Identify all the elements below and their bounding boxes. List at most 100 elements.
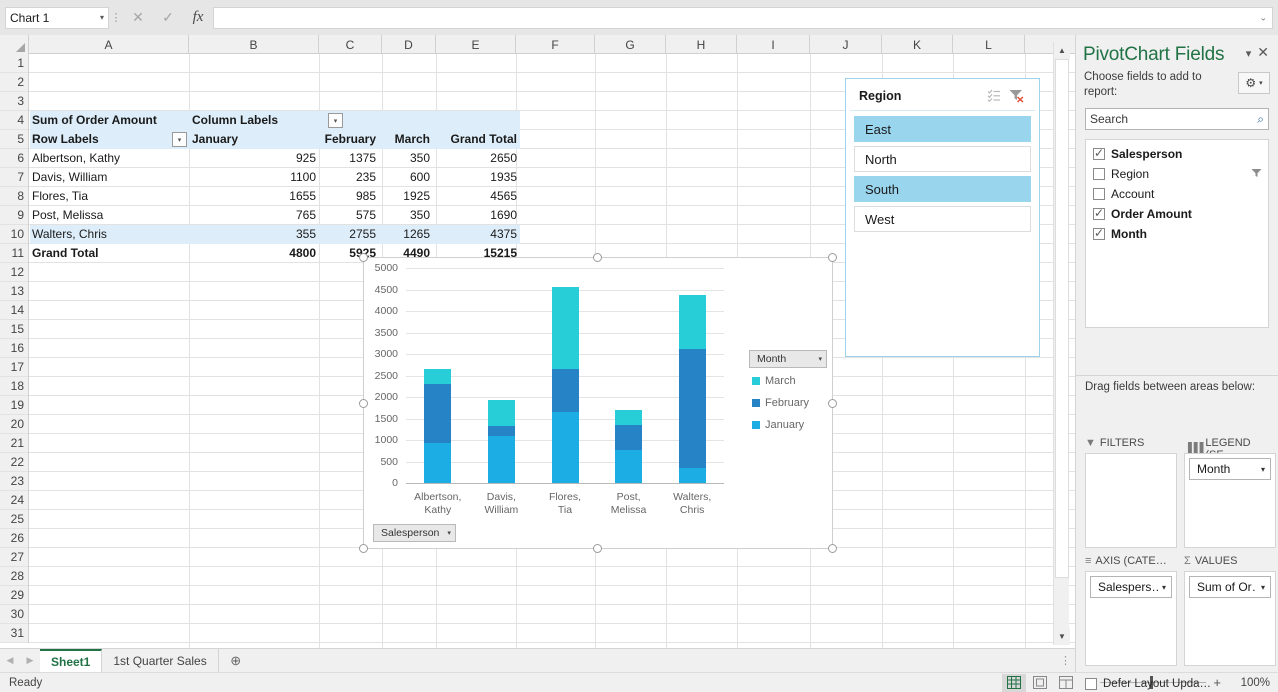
row-header-17[interactable]: 17	[0, 358, 28, 377]
chart-bar-segment[interactable]	[488, 436, 515, 483]
row-header-31[interactable]: 31	[0, 624, 28, 643]
area-box-legend[interactable]: Month ▾	[1184, 453, 1276, 548]
vertical-scrollbar[interactable]: ▲ ▼	[1053, 42, 1069, 645]
row-header-14[interactable]: 14	[0, 301, 28, 320]
chart-bar-segment[interactable]	[615, 450, 642, 483]
sheet-tab-sheet1[interactable]: Sheet1	[40, 649, 102, 673]
pivot-cell-march[interactable]: 350	[379, 206, 433, 225]
gear-icon[interactable]: ⚙ ▾	[1238, 72, 1270, 94]
row-header-20[interactable]: 20	[0, 415, 28, 434]
axis-field-button[interactable]: Salesperson ▾	[373, 524, 456, 542]
page-layout-icon[interactable]	[1028, 674, 1052, 692]
column-header-J[interactable]: J	[810, 35, 882, 54]
chevron-down-icon[interactable]: ▾	[1243, 44, 1255, 60]
pivot-row-name[interactable]: Flores, Tia	[29, 187, 189, 206]
chart-handle-bc[interactable]	[593, 544, 602, 553]
chart-handle-tc[interactable]	[593, 253, 602, 262]
row-header-19[interactable]: 19	[0, 396, 28, 415]
column-header-L[interactable]: L	[953, 35, 1025, 54]
filter-icon[interactable]	[1251, 168, 1262, 181]
chart-handle-ml[interactable]	[359, 399, 368, 408]
pivot-col-header-january[interactable]: January	[189, 130, 249, 149]
field-item-salesperson[interactable]: Salesperson	[1086, 144, 1268, 164]
row-header-22[interactable]: 22	[0, 453, 28, 472]
pivot-cell-total[interactable]: 1690	[433, 206, 520, 225]
chart-bar-segment[interactable]	[488, 426, 515, 436]
chevron-down-icon[interactable]: ▾	[1257, 583, 1265, 592]
row-header-24[interactable]: 24	[0, 491, 28, 510]
insert-function-icon[interactable]: fx	[183, 7, 213, 29]
chevron-down-icon[interactable]: ▾	[1158, 583, 1166, 592]
row-header-15[interactable]: 15	[0, 320, 28, 339]
column-labels-filter-button[interactable]: ▾	[328, 113, 343, 128]
chart-bar-segment[interactable]	[679, 349, 706, 467]
pivot-cell-january[interactable]: 1100	[189, 168, 319, 187]
chart-bar-segment[interactable]	[615, 425, 642, 450]
chart-bar-segment[interactable]	[615, 410, 642, 425]
scroll-down-icon[interactable]: ▼	[1054, 628, 1070, 645]
pivot-cell-march[interactable]: 1265	[379, 225, 433, 244]
cancel-icon[interactable]: ✕	[123, 7, 153, 29]
column-header-I[interactable]: I	[737, 35, 810, 54]
defer-layout-row[interactable]: Defer Layout Upda…	[1085, 678, 1211, 690]
row-header-5[interactable]: 5	[0, 130, 28, 149]
add-sheet-icon[interactable]: ⊕	[219, 649, 253, 673]
pivot-cell-january[interactable]: 765	[189, 206, 319, 225]
chart-bar-segment[interactable]	[552, 287, 579, 370]
pivot-cell-february[interactable]: 235	[319, 168, 379, 187]
row-header-11[interactable]: 11	[0, 244, 28, 263]
column-header-A[interactable]: A	[29, 35, 189, 54]
chart-bar-segment[interactable]	[424, 369, 451, 384]
close-icon[interactable]: ✕	[1254, 44, 1272, 61]
pivot-row-labels-cell[interactable]: Row Labels	[29, 130, 179, 149]
row-header-21[interactable]: 21	[0, 434, 28, 453]
chart-bar-segment[interactable]	[488, 400, 515, 426]
pivot-cell-march[interactable]: 1925	[379, 187, 433, 206]
area-box-axis[interactable]: Salespers… ▾	[1085, 571, 1177, 666]
row-header-8[interactable]: 8	[0, 187, 28, 206]
select-all-corner[interactable]	[0, 35, 29, 54]
row-header-30[interactable]: 30	[0, 605, 28, 624]
column-header-G[interactable]: G	[595, 35, 666, 54]
chart-handle-mr[interactable]	[828, 399, 837, 408]
normal-view-icon[interactable]	[1002, 674, 1026, 692]
pivot-cell-february[interactable]: 1375	[319, 149, 379, 168]
sheet-tab-1st-quarter-sales[interactable]: 1st Quarter Sales	[102, 649, 218, 673]
column-header-C[interactable]: C	[319, 35, 382, 54]
chart-handle-bl[interactable]	[359, 544, 368, 553]
row-header-1[interactable]: 1	[0, 54, 28, 73]
pivot-column-labels-cell[interactable]: Column Labels	[189, 111, 299, 130]
pivot-row-name[interactable]: Post, Melissa	[29, 206, 189, 225]
slicer-item-east[interactable]: East	[854, 116, 1031, 142]
row-header-25[interactable]: 25	[0, 510, 28, 529]
slicer-item-west[interactable]: West	[854, 206, 1031, 232]
pivot-cell-february[interactable]: 2755	[319, 225, 379, 244]
area-pill-sum-of-order-amount[interactable]: Sum of Or… ▾	[1189, 576, 1271, 598]
column-header-B[interactable]: B	[189, 35, 319, 54]
chart-legend-item[interactable]: February	[752, 392, 809, 414]
row-header-7[interactable]: 7	[0, 168, 28, 187]
pivot-cell-february[interactable]: 985	[319, 187, 379, 206]
row-header-13[interactable]: 13	[0, 282, 28, 301]
field-checkbox[interactable]	[1093, 228, 1105, 240]
row-header-9[interactable]: 9	[0, 206, 28, 225]
row-header-16[interactable]: 16	[0, 339, 28, 358]
scroll-up-icon[interactable]: ▲	[1054, 42, 1070, 59]
defer-layout-checkbox[interactable]	[1085, 678, 1097, 690]
field-checkbox[interactable]	[1093, 208, 1105, 220]
vertical-scrollbar-thumb[interactable]	[1055, 59, 1069, 578]
row-header-10[interactable]: 10	[0, 225, 28, 244]
pivot-col-header-march[interactable]: March	[379, 130, 433, 149]
pivot-col-header-grand-total[interactable]: Grand Total	[433, 130, 520, 149]
chart-legend-item[interactable]: January	[752, 414, 809, 436]
chart-legend[interactable]: MarchFebruaryJanuary	[752, 370, 809, 436]
pivot-row-name[interactable]: Davis, William	[29, 168, 189, 187]
tab-split-grip[interactable]: ⋮	[1060, 654, 1071, 667]
pivot-cell-total[interactable]: 4565	[433, 187, 520, 206]
row-header-6[interactable]: 6	[0, 149, 28, 168]
row-header-26[interactable]: 26	[0, 529, 28, 548]
slicer-item-south[interactable]: South	[854, 176, 1031, 202]
row-header-27[interactable]: 27	[0, 548, 28, 567]
search-input[interactable]	[1090, 112, 1257, 126]
chart-handle-br[interactable]	[828, 544, 837, 553]
